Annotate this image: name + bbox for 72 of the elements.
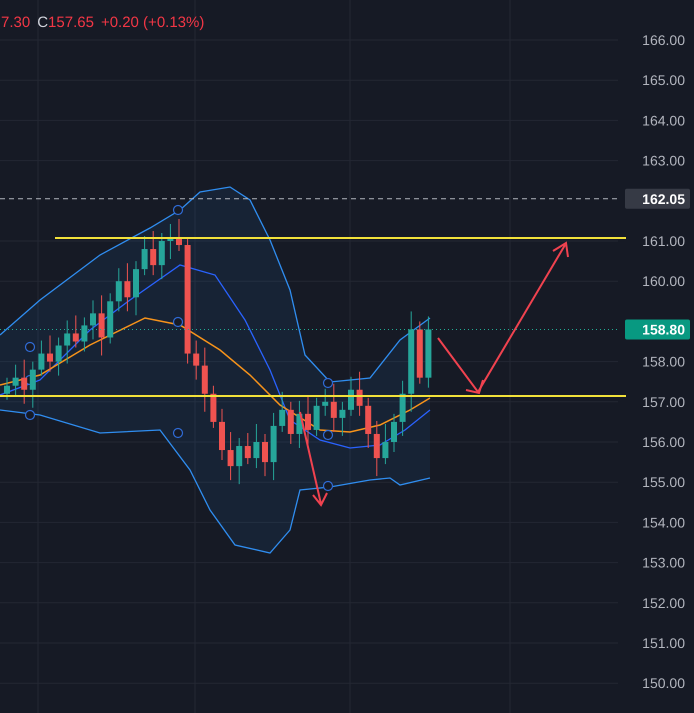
price-axis-label: 164.00	[642, 112, 685, 128]
candlestick	[348, 376, 354, 416]
ohlc-header: 7.30 C157.65 +0.20 (+0.13%)	[1, 14, 204, 31]
price-axis-label: 161.00	[642, 233, 685, 249]
candlestick	[270, 412, 277, 481]
candlestick	[322, 388, 328, 416]
current-price-label: 158.80	[625, 319, 690, 340]
candlestick	[314, 397, 320, 436]
band-marker	[172, 316, 184, 328]
band-marker	[322, 430, 334, 440]
price-axis-label: 154.00	[642, 514, 685, 530]
candlestick	[296, 400, 302, 448]
band-marker	[322, 480, 334, 492]
candlestick	[116, 268, 122, 312]
price-axis-label: 152.00	[642, 594, 685, 611]
candlestick	[339, 401, 346, 436]
price-axis-label: 156.00	[642, 434, 685, 450]
band-marker	[24, 410, 36, 420]
candlestick	[64, 320, 70, 364]
price-axis-label: 163.00	[642, 152, 685, 169]
candlestick	[416, 320, 423, 384]
price-axis-label: 157.00	[642, 394, 685, 410]
candlestick	[210, 385, 216, 428]
candlestick	[176, 218, 182, 252]
candlestick	[150, 230, 156, 276]
candlestick	[288, 401, 294, 444]
band-marker	[172, 204, 184, 216]
candlestick	[38, 340, 44, 376]
candlestick	[391, 413, 397, 452]
candlestick	[4, 377, 10, 400]
price-axis-label: 165.00	[642, 72, 685, 88]
candlestick	[72, 314, 79, 348]
candlestick	[124, 262, 130, 312]
price-axis-label: 150.00	[642, 675, 685, 692]
price-axis-label: 155.00	[642, 474, 685, 490]
price-axis-label: 158.00	[642, 354, 685, 370]
candlestick	[219, 408, 225, 461]
candlestick	[158, 232, 165, 280]
candlestick	[330, 383, 337, 432]
candlestick	[30, 361, 36, 408]
price-axis-label: 153.00	[642, 554, 685, 571]
candlestick	[81, 316, 88, 352]
candlestick	[356, 371, 363, 416]
band-marker	[322, 378, 334, 388]
candlestick	[262, 434, 268, 477]
candlestick	[98, 294, 105, 356]
band-marker	[172, 428, 184, 438]
candlestick	[12, 364, 19, 396]
candlestick	[142, 236, 148, 276]
candlestick	[167, 223, 174, 260]
candlestick	[47, 335, 53, 372]
candlestick	[56, 337, 62, 376]
candlestick	[382, 424, 388, 465]
price-axis-label: 151.00	[642, 635, 685, 651]
candlestick	[21, 359, 28, 404]
candlestick	[253, 424, 260, 469]
candlestick	[374, 420, 380, 477]
candlestick	[279, 391, 286, 432]
price-axis-label: 160.00	[642, 273, 685, 290]
candlestick	[244, 432, 251, 465]
candlestick	[228, 432, 234, 481]
candlestick	[90, 300, 96, 340]
price-label: 162.05	[625, 188, 690, 209]
candlestick	[400, 380, 406, 436]
price-axis-label: 166.00	[642, 32, 685, 48]
candlestick	[107, 292, 114, 344]
candlestick	[133, 260, 139, 316]
candlestick	[193, 340, 200, 380]
band-marker	[24, 342, 36, 352]
candlestick	[236, 438, 242, 485]
candlestick	[365, 397, 372, 448]
candlestick	[202, 347, 208, 412]
